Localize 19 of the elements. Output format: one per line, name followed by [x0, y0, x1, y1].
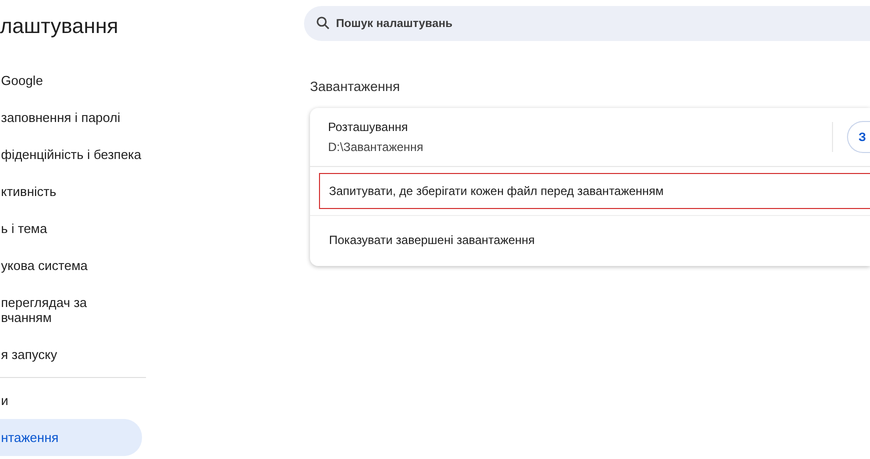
sidebar-item[interactable]: ктивність: [0, 173, 142, 210]
setting-row[interactable]: Показувати завершені завантаження: [319, 222, 870, 258]
sidebar-item[interactable]: фіденційність і безпека: [0, 136, 142, 173]
search-field[interactable]: Пошук налаштувань: [304, 6, 870, 41]
sidebar-item[interactable]: нтаження: [0, 419, 142, 456]
page-title: лаштування: [0, 14, 120, 40]
sidebar-item[interactable]: ь і тема: [0, 210, 142, 247]
sidebar-item[interactable]: я запуску: [0, 336, 142, 373]
highlighted-setting-row[interactable]: Запитувати, де зберігати кожен файл перед завантаженням: [319, 173, 870, 209]
sidebar-item[interactable]: заповнення і паролі: [0, 99, 142, 136]
sidebar-item[interactable]: укова система: [0, 247, 142, 284]
setting-label: Розташування: [328, 120, 409, 134]
setting-value: D:\Завантаження: [328, 140, 424, 154]
sidebar-item[interactable]: переглядач за вчанням: [0, 284, 142, 336]
sidebar-item[interactable]: Google: [0, 62, 142, 99]
section-title: Завантаження: [310, 79, 401, 94]
change-button[interactable]: З: [847, 121, 870, 153]
search-icon: [316, 16, 330, 30]
sidebar-item[interactable]: и: [0, 382, 142, 419]
